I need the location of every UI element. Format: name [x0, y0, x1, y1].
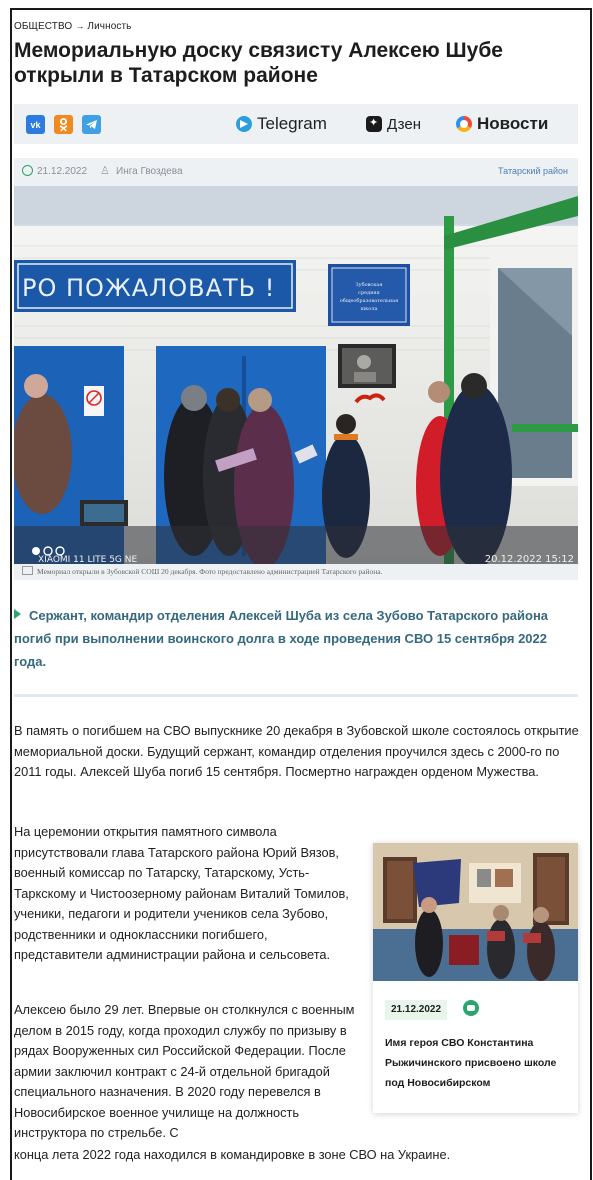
lead-text: Сержант, командир отделения Алексей Шуба…: [14, 608, 549, 669]
ok-share-icon[interactable]: [54, 115, 73, 134]
article-lead: Сержант, командир отделения Алексей Шуба…: [14, 604, 574, 673]
publish-date: 21.12.2022: [37, 166, 88, 177]
camera-icon: [463, 1000, 479, 1016]
telegram-logo-icon: [236, 116, 252, 132]
telegram-share-icon[interactable]: [82, 115, 101, 134]
breadcrumb-subsection[interactable]: Личность: [87, 21, 131, 32]
svg-text:vk: vk: [30, 120, 41, 130]
telegram-label: Telegram: [257, 114, 327, 133]
photo-watermark-left: XIAOMI 11 LITE 5G NE: [38, 555, 138, 564]
share-bar: vk Telegram Дзен Новости: [14, 104, 578, 144]
telegram-channel-link[interactable]: Telegram: [236, 112, 327, 136]
breadcrumb: ОБЩЕСТВО → Личность: [14, 21, 131, 32]
related-article-date: 21.12.2022: [385, 1000, 448, 1020]
lead-arrow-icon: [14, 609, 21, 619]
article-title: Мемориальную доску связисту Алексею Шубе…: [14, 39, 503, 87]
article-photo[interactable]: РО ПОЖАЛОВАТЬ ! Зубовская средняя общеоб…: [14, 186, 578, 564]
breadcrumb-separator: →: [75, 21, 85, 31]
article-meta: 21.12.2022 ♙ Инга Гвоздева Татарский рай…: [14, 158, 578, 186]
author-icon: ♙: [100, 165, 110, 177]
news-label: Новости: [477, 114, 549, 133]
news-logo-icon: [456, 116, 472, 132]
related-article-title[interactable]: Имя героя СВО Константина Рыжичинского п…: [385, 1033, 570, 1093]
photo-caption: Мемориал открыли в Зубовской СОШ 20 дека…: [14, 564, 578, 580]
photo-caption-text: Мемориал открыли в Зубовской СОШ 20 дека…: [37, 567, 383, 576]
image-icon: [22, 566, 33, 575]
breadcrumb-section[interactable]: ОБЩЕСТВО: [14, 21, 72, 32]
svg-text:общеобразовательная: общеобразовательная: [340, 297, 398, 304]
paragraph-3: Алексею было 29 лет. Впервые он столкнул…: [14, 1002, 355, 1140]
related-article-image[interactable]: [373, 843, 578, 981]
paragraph-1: В память о погибшем на СВО выпускнике 20…: [14, 723, 579, 779]
news-link[interactable]: Новости: [456, 112, 548, 136]
svg-text:Зубовская: Зубовская: [356, 281, 383, 288]
paragraph-2: На церемонии открытия памятного символа …: [14, 824, 349, 962]
paragraph-3-continued: конца лета 2022 года находился в команди…: [14, 1147, 451, 1162]
vk-share-icon[interactable]: vk: [26, 115, 45, 134]
dzen-label: Дзен: [387, 115, 421, 133]
region-tag[interactable]: Татарский район: [498, 166, 568, 176]
related-article-card[interactable]: 21.12.2022 Имя героя СВО Константина Рыж…: [373, 843, 578, 1113]
photo-watermark-right: 20.12.2022 15:12: [485, 554, 574, 564]
dzen-link[interactable]: Дзен: [366, 112, 421, 136]
svg-text:школа: школа: [361, 306, 378, 312]
clock-icon: [22, 165, 33, 176]
photo-welcome-sign: РО ПОЖАЛОВАТЬ !: [22, 274, 275, 302]
svg-text:средняя: средняя: [358, 290, 380, 296]
dzen-logo-icon: [366, 116, 382, 132]
divider: [14, 694, 578, 697]
author-name[interactable]: Инга Гвоздева: [116, 166, 183, 177]
